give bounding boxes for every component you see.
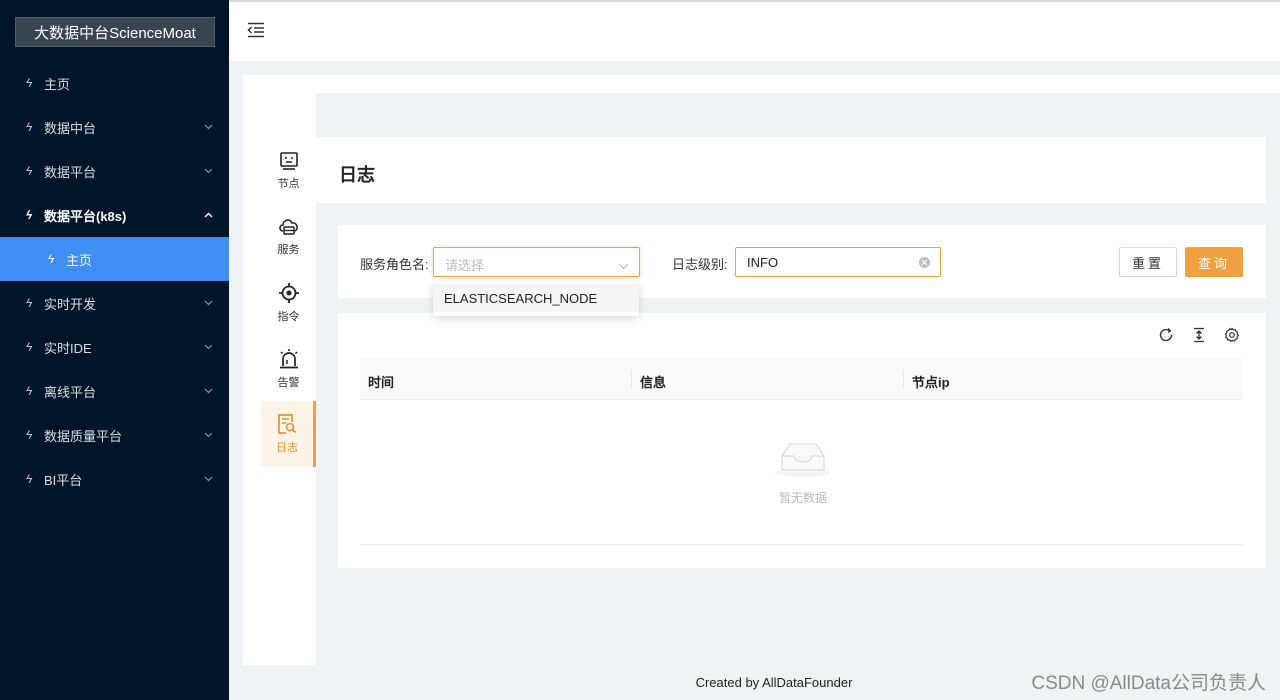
tab-label: 服务 [277, 244, 300, 256]
column-header-node-ip[interactable]: 节点ip [912, 372, 950, 391]
empty-state: 暂无数据 [768, 440, 838, 506]
sidebar-item-label: BI平台 [44, 472, 83, 488]
command-icon [278, 283, 299, 303]
sidebar-item-bi-platform[interactable]: ϟ BI平台 [0, 457, 229, 501]
role-label: 服务角色名: [360, 257, 429, 272]
top-header [229, 0, 1280, 61]
reload-icon[interactable] [1158, 327, 1174, 343]
reset-button[interactable]: 重置 [1119, 247, 1177, 277]
alarm-icon [279, 349, 298, 369]
bolt-icon: ϟ [25, 208, 33, 222]
clear-icon[interactable] [919, 257, 930, 268]
sidebar-item-data-center[interactable]: ϟ 数据中台 [0, 105, 229, 149]
service-icon [278, 219, 298, 235]
chevron-down-icon [203, 474, 213, 484]
chevron-down-icon [618, 257, 629, 275]
tab-label: 节点 [277, 178, 300, 190]
sidebar-item-label: 数据质量平台 [44, 428, 123, 444]
tab-label: 指令 [277, 311, 300, 323]
level-label: 日志级别: [672, 257, 728, 272]
sidebar-item-realtime-dev[interactable]: ϟ 实时开发 [0, 281, 229, 325]
bolt-icon: ϟ [25, 76, 33, 90]
chevron-down-icon [203, 298, 213, 308]
sidebar-item-label: 实时开发 [44, 296, 97, 312]
sidebar-item-offline-platform[interactable]: ϟ 离线平台 [0, 369, 229, 413]
chevron-down-icon [203, 166, 213, 176]
chevron-down-icon [203, 342, 213, 352]
sidebar-item-realtime-ide[interactable]: ϟ 实时IDE [0, 325, 229, 369]
sidebar-item-data-quality[interactable]: ϟ 数据质量平台 [0, 413, 229, 457]
sidebar-item-home[interactable]: ϟ 主页 [0, 61, 229, 105]
table-header: 时间 信息 节点ip [360, 358, 1243, 400]
chevron-up-icon [203, 210, 213, 220]
tab-alarm[interactable]: 告警 [261, 336, 316, 402]
empty-inbox-icon [775, 443, 831, 477]
sidebar-item-data-platform-k8s[interactable]: ϟ 数据平台(k8s) [0, 193, 229, 237]
column-divider [903, 370, 904, 388]
role-select[interactable]: 请选择 [433, 247, 640, 277]
level-input[interactable]: INFO [735, 247, 941, 277]
menu-fold-icon[interactable] [247, 22, 267, 40]
density-icon[interactable] [1191, 327, 1207, 343]
settings-icon[interactable] [1224, 327, 1240, 343]
page-header: 日志 [316, 137, 1266, 203]
role-select-placeholder: 请选择 [445, 258, 485, 273]
sidebar-item-label: 数据平台 [44, 164, 97, 180]
chevron-down-icon [203, 430, 213, 440]
node-icon [279, 152, 298, 170]
tab-node[interactable]: 节点 [261, 138, 316, 204]
column-header-time[interactable]: 时间 [368, 372, 394, 391]
sidebar-item-label: 离线平台 [44, 384, 97, 400]
tab-label: 告警 [277, 377, 300, 389]
bolt-icon: ϟ [25, 164, 33, 178]
tab-command[interactable]: 指令 [261, 270, 316, 336]
watermark: CSDN @AllData公司负责人 [1031, 673, 1266, 694]
column-header-info[interactable]: 信息 [640, 372, 666, 391]
vertical-tabbar: 节点 服务 指令 告警 日志 [261, 93, 316, 665]
chevron-down-icon [203, 386, 213, 396]
tab-service[interactable]: 服务 [261, 204, 316, 270]
chevron-down-icon [203, 122, 213, 132]
tab-label: 日志 [276, 442, 298, 454]
level-value: INFO [747, 255, 779, 270]
sidebar-item-label: 主页 [66, 252, 93, 268]
sidebar-menu: ϟ 主页 ϟ 数据中台 ϟ 数据平台 ϟ 数据平台(k8s) ϟ 主页 ϟ 实时… [0, 61, 229, 501]
tab-log[interactable]: 日志 [261, 401, 316, 467]
bolt-icon: ϟ [47, 252, 55, 266]
empty-text: 暂无数据 [778, 491, 827, 505]
page-title: 日志 [339, 165, 375, 185]
sidebar-item-label: 主页 [44, 76, 71, 92]
query-button[interactable]: 查询 [1185, 247, 1243, 277]
role-dropdown: ELASTICSEARCH_NODE [433, 281, 639, 316]
table-panel: 时间 信息 节点ip 暂无数据 [338, 313, 1266, 568]
dropdown-option[interactable]: ELASTICSEARCH_NODE [433, 284, 639, 312]
brand-logo[interactable]: 大数据中台ScienceMoat [15, 17, 215, 47]
sidebar-item-label: 数据平台(k8s) [44, 208, 127, 224]
bolt-icon: ϟ [25, 428, 33, 442]
bolt-icon: ϟ [25, 472, 33, 486]
sidebar-subitem-home[interactable]: ϟ 主页 [0, 237, 229, 281]
sidebar-item-data-platform[interactable]: ϟ 数据平台 [0, 149, 229, 193]
bolt-icon: ϟ [25, 340, 33, 354]
sidebar: 大数据中台ScienceMoat ϟ 主页 ϟ 数据中台 ϟ 数据平台 ϟ 数据… [0, 0, 229, 700]
bolt-icon: ϟ [25, 384, 33, 398]
table-divider [360, 544, 1243, 545]
sidebar-item-label: 数据中台 [44, 120, 97, 136]
bolt-icon: ϟ [25, 120, 33, 134]
log-icon [278, 414, 297, 434]
sidebar-item-label: 实时IDE [44, 340, 92, 356]
column-divider [631, 370, 632, 388]
bolt-icon: ϟ [25, 296, 33, 310]
